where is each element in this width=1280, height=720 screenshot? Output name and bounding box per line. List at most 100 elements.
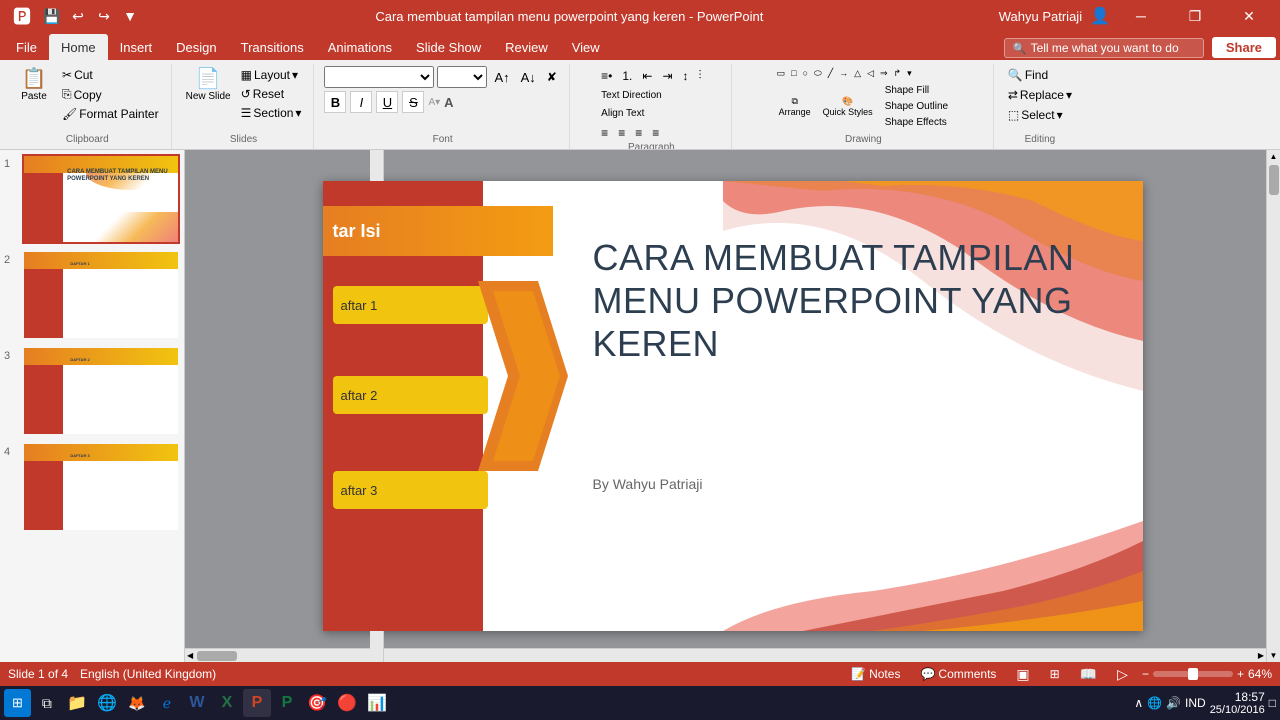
find-button[interactable]: 🔍 Find <box>1004 66 1052 84</box>
strikethrough-button[interactable]: S <box>402 91 424 113</box>
left-item1[interactable]: aftar 1 <box>333 286 488 324</box>
app6-button[interactable]: 🎯 <box>303 689 331 717</box>
shape-circle[interactable]: ○ <box>801 66 810 81</box>
minimize-button[interactable]: ─ <box>1118 0 1164 32</box>
slide-preview-1[interactable]: CARA MEMBUAT TAMPILAN MENU POWERPOINT YA… <box>22 154 180 244</box>
line-spacing-button[interactable]: ↕ <box>679 66 693 85</box>
shape-arrow[interactable]: → <box>837 66 850 81</box>
shape-line[interactable]: ╱ <box>826 66 835 81</box>
slide-panel[interactable]: 1 CARA MEMBUAT TAMPILAN MENU POWERPOINT … <box>0 150 185 662</box>
zoom-thumb[interactable] <box>1188 668 1198 680</box>
copy-button[interactable]: ⎘ Copy <box>58 85 163 104</box>
clear-format-button[interactable]: ✘ <box>543 68 561 86</box>
notes-button[interactable]: 📝 Notes <box>845 666 906 682</box>
shape-corner[interactable]: ↱ <box>892 66 904 81</box>
bullets-button[interactable]: ≡• <box>597 66 616 85</box>
shape-outline-button[interactable]: Shape Outline <box>881 99 952 114</box>
tab-animations[interactable]: Animations <box>316 34 404 60</box>
app7-button[interactable]: 🔴 <box>333 689 361 717</box>
start-button[interactable]: ⊞ <box>4 689 31 717</box>
slide-main[interactable]: tar Isi aftar 1 aftar 2 aftar 3 CARA MEM… <box>323 181 1143 631</box>
shape-rect2[interactable]: □ <box>789 66 798 81</box>
zoom-out-icon[interactable]: − <box>1142 667 1149 681</box>
redo-button[interactable]: ↪ <box>94 6 114 26</box>
section-button[interactable]: ☰ Section ▾ <box>237 104 306 122</box>
font-size-select[interactable] <box>437 66 487 88</box>
restore-button[interactable]: ❐ <box>1172 0 1218 32</box>
horizontal-scrollbar[interactable]: ◀ ▶ <box>185 648 1266 662</box>
align-left-button[interactable]: ≡ <box>597 124 612 142</box>
tab-view[interactable]: View <box>560 34 612 60</box>
edge-button[interactable]: ℯ <box>153 689 181 717</box>
scroll-thumb[interactable] <box>1269 165 1279 195</box>
layout-button[interactable]: ▦ Layout ▾ <box>237 66 306 84</box>
decrease-indent-button[interactable]: ⇤ <box>638 66 656 85</box>
reading-view-button[interactable]: 📖 <box>1074 665 1103 684</box>
save-button[interactable]: 💾 <box>42 6 62 26</box>
notification-icon[interactable]: □ <box>1269 696 1276 710</box>
select-button[interactable]: ⬚ Select ▾ <box>1004 106 1067 124</box>
shape-more[interactable]: ▾ <box>905 66 914 81</box>
slide-canvas[interactable]: tar Isi aftar 1 aftar 2 aftar 3 CARA MEM… <box>185 150 1280 662</box>
shape-rtri[interactable]: ◁ <box>865 66 876 81</box>
slide-preview-3[interactable]: DAFTAR 2 ★ <box>22 346 180 436</box>
shape-oval[interactable]: ⬭ <box>812 66 824 81</box>
cut-button[interactable]: ✂ Cut <box>58 66 163 84</box>
normal-view-button[interactable]: ▣ <box>1010 665 1035 684</box>
tab-transitions[interactable]: Transitions <box>229 34 316 60</box>
zoom-in-icon[interactable]: + <box>1237 667 1244 681</box>
slide-thumb-3[interactable]: 3 DAFTAR 2 ★ <box>4 346 180 436</box>
shape-fill-button[interactable]: Shape Fill <box>881 83 952 98</box>
new-slide-button[interactable]: 📄 New Slide <box>182 66 235 105</box>
numbering-button[interactable]: 1. <box>618 66 636 85</box>
font-family-select[interactable] <box>324 66 434 88</box>
customize-qat-button[interactable]: ▼ <box>120 6 140 26</box>
tab-slideshow[interactable]: Slide Show <box>404 34 493 60</box>
align-text-button[interactable]: Align Text <box>597 106 648 121</box>
align-right-button[interactable]: ≡ <box>631 124 646 142</box>
tab-home[interactable]: Home <box>49 34 108 60</box>
text-direction-button[interactable]: Text Direction <box>597 88 666 103</box>
word-button[interactable]: W <box>183 689 211 717</box>
reset-button[interactable]: ↺ Reset <box>237 85 306 103</box>
arrange-button[interactable]: ⧉ Arrange <box>775 93 815 120</box>
slide-thumb-2[interactable]: 2 DAFTAR 1 ★ <box>4 250 180 340</box>
scroll-left-button[interactable]: ◀ <box>185 649 195 662</box>
comments-button[interactable]: 💬 Comments <box>914 666 1002 682</box>
taskview-button[interactable]: ⧉ <box>33 689 61 717</box>
clock[interactable]: 18:57 25/10/2016 <box>1210 690 1265 716</box>
slideshow-button[interactable]: ▷ <box>1111 665 1134 684</box>
vertical-scrollbar[interactable]: ▲ ▼ <box>1266 150 1280 662</box>
slide-preview-2[interactable]: DAFTAR 1 ★ <box>22 250 180 340</box>
close-button[interactable]: ✕ <box>1226 0 1272 32</box>
slide-thumb-4[interactable]: 4 DAFTAR 3 ★ <box>4 442 180 532</box>
scroll-right-button[interactable]: ▶ <box>1256 649 1266 662</box>
undo-button[interactable]: ↩ <box>68 6 88 26</box>
increase-font-button[interactable]: A↑ <box>490 68 513 87</box>
slide-thumb-1[interactable]: 1 CARA MEMBUAT TAMPILAN MENU POWERPOINT … <box>4 154 180 244</box>
app8-button[interactable]: 📊 <box>363 689 391 717</box>
scroll-down-button[interactable]: ▼ <box>1268 649 1280 662</box>
shape-effects-button[interactable]: Shape Effects <box>881 115 952 130</box>
increase-indent-button[interactable]: ⇥ <box>658 66 676 85</box>
bold-button[interactable]: B <box>324 91 346 113</box>
align-center-button[interactable]: ≡ <box>614 124 629 142</box>
italic-button[interactable]: I <box>350 91 372 113</box>
zoom-slider[interactable] <box>1153 671 1233 677</box>
powerpoint-taskbar-button[interactable]: P <box>243 689 271 717</box>
replace-button[interactable]: ⇄ Replace ▾ <box>1004 86 1076 104</box>
scroll-up-button[interactable]: ▲ <box>1268 150 1280 163</box>
search-box[interactable]: 🔍 Tell me what you want to do <box>1004 38 1204 58</box>
format-painter-button[interactable]: 🖌 Format Painter <box>58 105 163 123</box>
left-item3[interactable]: aftar 3 <box>333 471 488 509</box>
tab-file[interactable]: File <box>4 34 49 60</box>
paste-button[interactable]: 📋 Paste <box>12 66 56 105</box>
tab-insert[interactable]: Insert <box>108 34 165 60</box>
columns-button[interactable]: ⫶ <box>695 66 706 85</box>
tab-review[interactable]: Review <box>493 34 560 60</box>
quick-styles-button[interactable]: 🎨 Quick Styles <box>819 93 877 120</box>
firefox-button[interactable]: 🦊 <box>123 689 151 717</box>
slide-sorter-button[interactable]: ⊞ <box>1044 666 1066 682</box>
shape-rect[interactable]: ▭ <box>775 66 788 81</box>
publisher-button[interactable]: P <box>273 689 301 717</box>
